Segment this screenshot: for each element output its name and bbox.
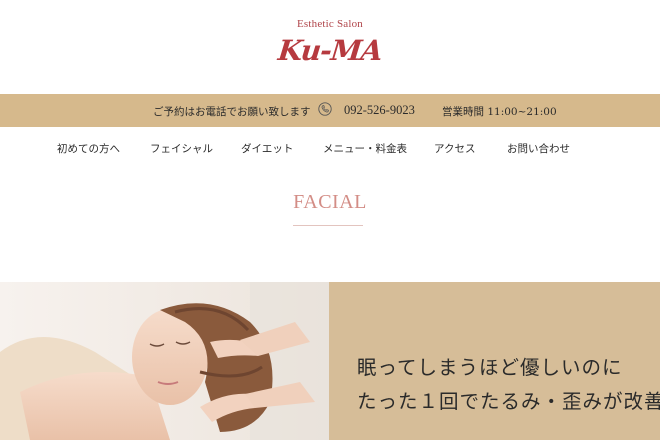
nav-item-contact[interactable]: お問い合わせ <box>507 141 570 156</box>
title-underline <box>293 225 363 226</box>
nav-item-diet[interactable]: ダイエット <box>241 141 293 156</box>
site-logo[interactable]: Ku-MA <box>0 34 660 67</box>
business-hours: 営業時間 11:00~21:00 <box>442 106 557 118</box>
nav-item-menu-prices[interactable]: メニュー・料金表 <box>323 141 407 156</box>
hero-headline-line2: たった１回でたるみ・歪みが改善 <box>357 390 660 413</box>
site-header: Esthetic Salon Ku-MA <box>0 0 660 94</box>
facial-treatment-image <box>0 282 329 440</box>
nav-item-access[interactable]: アクセス <box>434 141 475 156</box>
reservation-note: ご予約はお電話でお願い致します <box>153 106 311 118</box>
page-title: FACIAL <box>293 191 367 213</box>
nav-item-facial[interactable]: フェイシャル <box>150 141 213 156</box>
hero-headline-line1: 眠ってしまうほど優しいのに <box>357 356 623 379</box>
contact-info-bar: ご予約はお電話でお願い致します 092-526-9023 営業時間 11:00~… <box>0 94 660 127</box>
main-nav: 初めての方へ フェイシャル ダイエット メニュー・料金表 アクセス お問い合わせ <box>0 127 660 167</box>
phone-icon <box>318 102 332 116</box>
phone-number-link[interactable]: 092-526-9023 <box>344 103 415 118</box>
nav-item-first-time[interactable]: 初めての方へ <box>57 141 120 156</box>
logo-subtitle: Esthetic Salon <box>296 18 364 30</box>
